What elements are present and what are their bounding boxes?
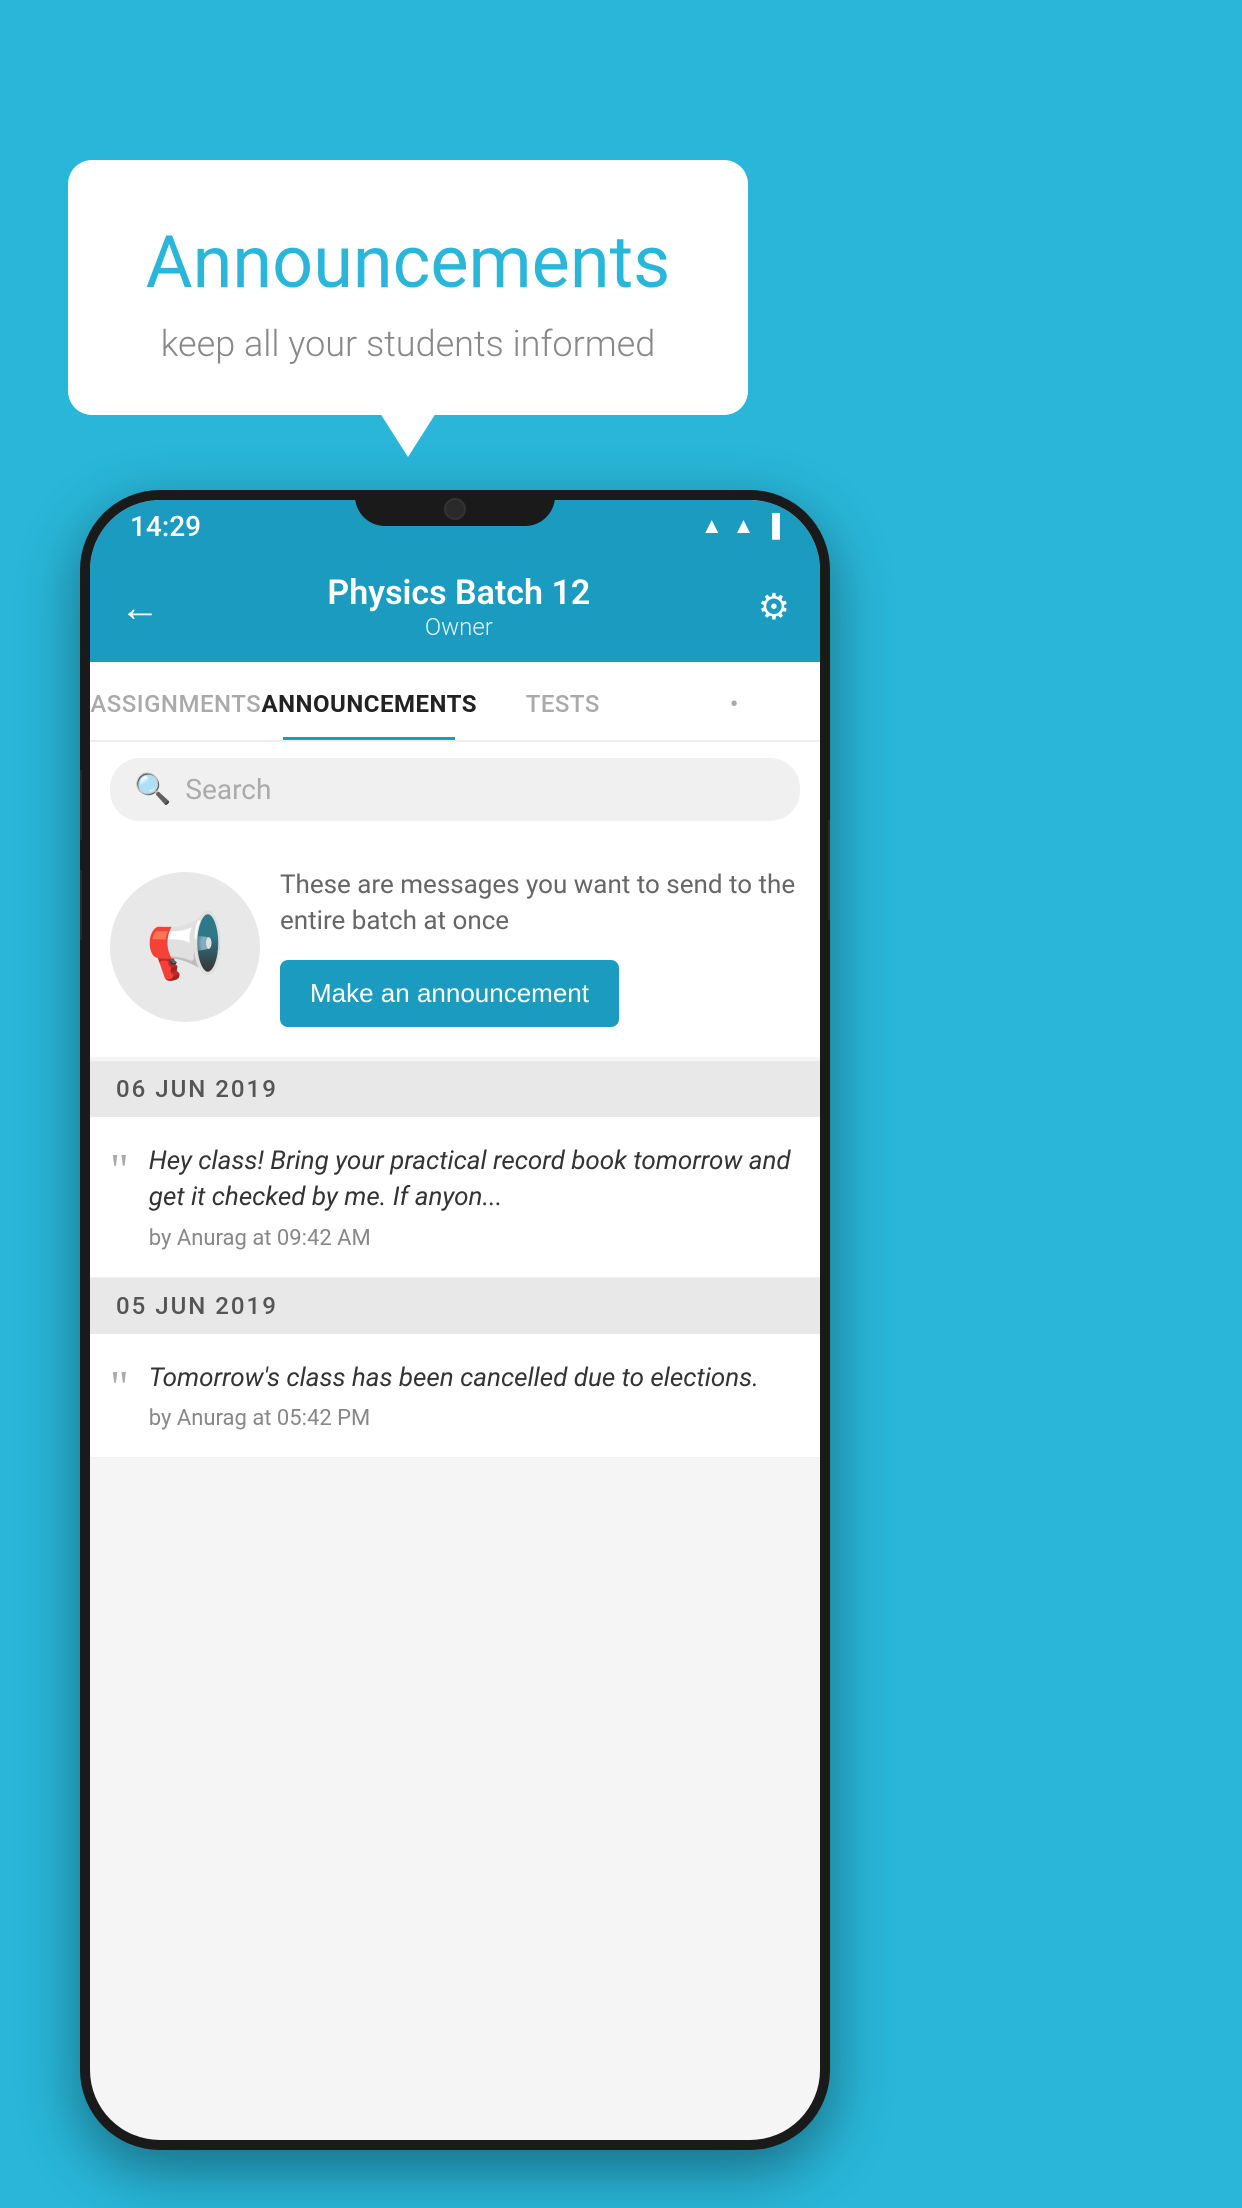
signal-icon: ▲	[733, 513, 755, 539]
announcement-item-1[interactable]: " Hey class! Bring your practical record…	[90, 1117, 820, 1278]
batch-role: Owner	[327, 613, 590, 641]
announcement-promo: 📢 These are messages you want to send to…	[90, 837, 820, 1057]
status-icons: ▲ ▲ ▐	[701, 513, 780, 539]
make-announcement-button[interactable]: Make an announcement	[280, 960, 619, 1027]
phone-screen: 14:29 ▲ ▲ ▐ ← Physics Batch 12 Owner ⚙ A…	[90, 500, 820, 2140]
quote-icon-2: "	[110, 1364, 129, 1410]
promo-right: These are messages you want to send to t…	[280, 867, 800, 1027]
date-separator-2: 05 JUN 2019	[90, 1278, 820, 1334]
wifi-icon: ▲	[701, 513, 723, 539]
tabs-bar: ASSIGNMENTS ANNOUNCEMENTS TESTS •	[90, 662, 820, 742]
tab-announcements[interactable]: ANNOUNCEMENTS	[261, 662, 477, 740]
front-camera	[444, 498, 466, 520]
announcement-text-2: Tomorrow's class has been cancelled due …	[149, 1360, 800, 1396]
settings-icon[interactable]: ⚙	[758, 586, 790, 628]
bubble-subtitle: keep all your students informed	[118, 323, 698, 365]
announcement-content-2: Tomorrow's class has been cancelled due …	[149, 1360, 800, 1431]
bubble-title: Announcements	[118, 220, 698, 305]
phone-notch	[355, 490, 555, 526]
announcement-content-1: Hey class! Bring your practical record b…	[149, 1143, 800, 1251]
status-time: 14:29	[130, 510, 201, 543]
speech-bubble-container: Announcements keep all your students inf…	[68, 160, 748, 415]
tab-more[interactable]: •	[649, 662, 820, 740]
announcement-text-1: Hey class! Bring your practical record b…	[149, 1143, 800, 1216]
app-header: ← Physics Batch 12 Owner ⚙	[90, 552, 820, 662]
announcement-item-2[interactable]: " Tomorrow's class has been cancelled du…	[90, 1334, 820, 1458]
volume-up-button	[80, 770, 82, 840]
search-input[interactable]: Search	[185, 773, 271, 806]
back-button[interactable]: ←	[120, 584, 160, 631]
announcement-author-1: by Anurag at 09:42 AM	[149, 1226, 800, 1251]
search-container: 🔍 Search	[90, 742, 820, 837]
search-icon: 🔍	[134, 772, 171, 807]
megaphone-icon: 📢	[145, 909, 225, 984]
tab-tests[interactable]: TESTS	[477, 662, 648, 740]
promo-description: These are messages you want to send to t…	[280, 867, 800, 940]
header-center: Physics Batch 12 Owner	[327, 573, 590, 641]
battery-icon: ▐	[764, 513, 780, 539]
megaphone-circle: 📢	[110, 872, 260, 1022]
power-button	[828, 820, 830, 920]
date-separator-1: 06 JUN 2019	[90, 1061, 820, 1117]
quote-icon-1: "	[110, 1147, 129, 1193]
tab-assignments[interactable]: ASSIGNMENTS	[90, 662, 261, 740]
announcement-author-2: by Anurag at 05:42 PM	[149, 1406, 800, 1431]
volume-down-button	[80, 870, 82, 940]
batch-title: Physics Batch 12	[327, 573, 590, 613]
speech-bubble: Announcements keep all your students inf…	[68, 160, 748, 415]
phone-frame: 14:29 ▲ ▲ ▐ ← Physics Batch 12 Owner ⚙ A…	[80, 490, 830, 2150]
search-bar[interactable]: 🔍 Search	[110, 758, 800, 821]
